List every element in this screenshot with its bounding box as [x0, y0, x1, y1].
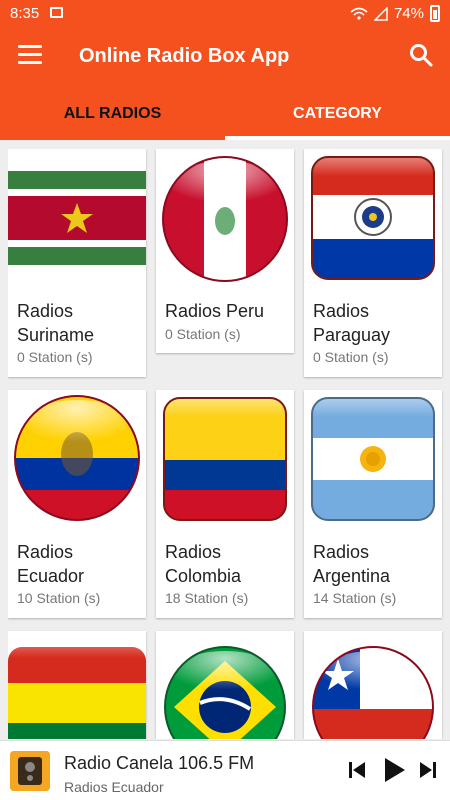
card-brasil[interactable]	[156, 631, 294, 739]
card-argentina[interactable]: Radios Argentina 14 Station (s)	[304, 390, 442, 618]
card-name: Radios Argentina	[313, 542, 391, 586]
play-icon[interactable]	[381, 756, 407, 784]
image-icon	[50, 7, 63, 18]
wifi-icon	[350, 7, 368, 20]
skip-previous-icon[interactable]	[347, 759, 367, 781]
card-count: 10 Station (s)	[17, 590, 101, 606]
player-station-category: Radios Ecuador	[64, 779, 164, 795]
paraguay-flag	[304, 149, 442, 287]
tab-indicator	[225, 136, 450, 140]
card-paraguay[interactable]: Radios Paraguay 0 Station (s)	[304, 149, 442, 377]
tab-bar: ALL RADIOS CATEGORY	[0, 86, 450, 140]
signal-icon	[373, 6, 388, 21]
card-peru[interactable]: Radios Peru 0 Station (s)	[156, 149, 294, 353]
peru-flag	[156, 149, 294, 287]
player-station-title: Radio Canela 106.5 FM	[64, 753, 255, 773]
card-count: 18 Station (s)	[165, 590, 249, 606]
battery-level: 74%	[393, 5, 424, 22]
card-suriname[interactable]: Radios Suriname 0 Station (s)	[8, 149, 146, 377]
search-icon[interactable]	[408, 42, 434, 68]
card-count: 0 Station (s)	[17, 349, 93, 365]
card-name: Radios Suriname	[17, 301, 95, 345]
tab-category[interactable]: CATEGORY	[225, 86, 450, 140]
menu-icon[interactable]	[18, 45, 42, 65]
battery-icon	[430, 5, 440, 22]
card-name: Radios Peru	[165, 301, 265, 321]
card-bolivia[interactable]	[8, 631, 146, 739]
status-right: 74%	[350, 5, 440, 22]
card-count: 0 Station (s)	[165, 326, 241, 342]
chile-flag	[304, 631, 442, 739]
card-name: Radios Paraguay	[313, 301, 391, 345]
argentina-flag	[304, 390, 442, 528]
status-bar: 8:35 74%	[0, 0, 450, 28]
tab-all-radios[interactable]: ALL RADIOS	[0, 86, 225, 140]
app-bar: Online Radio Box App	[0, 28, 450, 86]
station-artwork[interactable]	[10, 751, 50, 791]
brasil-flag	[156, 631, 294, 739]
bolivia-flag	[8, 631, 146, 739]
colombia-flag	[156, 390, 294, 528]
mini-player: Radio Canela 106.5 FM Radios Ecuador	[0, 740, 450, 800]
card-count: 14 Station (s)	[313, 590, 397, 606]
card-name: Radios Ecuador	[17, 542, 85, 586]
status-time: 8:35	[10, 5, 40, 22]
card-chile[interactable]	[304, 631, 442, 739]
card-colombia[interactable]: Radios Colombia 18 Station (s)	[156, 390, 294, 618]
card-count: 0 Station (s)	[313, 349, 389, 365]
suriname-flag	[8, 149, 146, 287]
country-grid: Radios Suriname 0 Station (s) Radios Per…	[8, 149, 444, 739]
app-title: Online Radio Box App	[79, 45, 290, 67]
skip-next-icon[interactable]	[418, 759, 438, 781]
card-ecuador[interactable]: Radios Ecuador 10 Station (s)	[8, 390, 146, 618]
ecuador-flag	[8, 390, 146, 528]
card-name: Radios Colombia	[165, 542, 242, 586]
